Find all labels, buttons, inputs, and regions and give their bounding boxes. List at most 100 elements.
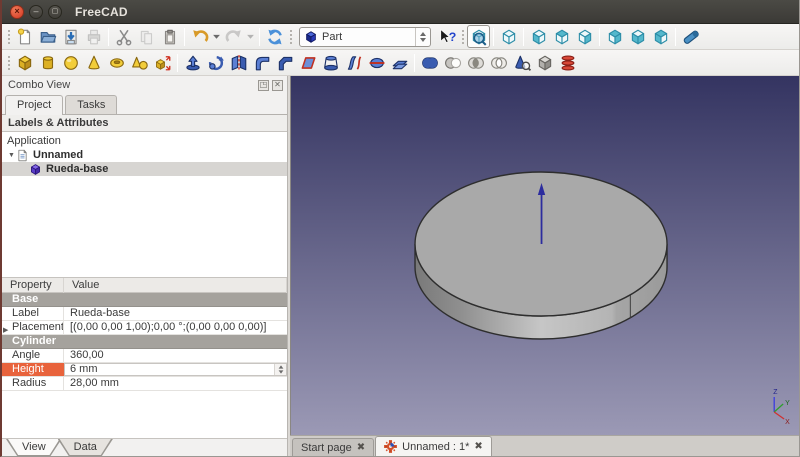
mirror-button[interactable] — [227, 51, 250, 74]
view-right-button[interactable] — [573, 25, 596, 48]
minimize-window-button[interactable]: – — [29, 5, 43, 19]
tree-item-document[interactable]: ▼ Unnamed — [2, 148, 287, 162]
measure-distance-button[interactable] — [679, 25, 702, 48]
print-button[interactable] — [82, 25, 105, 48]
section-icon — [368, 54, 386, 72]
expander-icon[interactable]: ▼ — [7, 152, 16, 159]
close-tab-icon[interactable]: ✖ — [474, 442, 482, 452]
undo-dropdown-button[interactable] — [211, 25, 222, 48]
model-cylinder[interactable] — [415, 172, 667, 339]
boolean-intersection-button[interactable] — [464, 51, 487, 74]
value-spinner[interactable] — [274, 363, 287, 376]
cut-button[interactable] — [112, 25, 135, 48]
redo-dropdown-button[interactable] — [245, 25, 256, 48]
defeaturing-button[interactable] — [533, 51, 556, 74]
view-bottom-button[interactable] — [626, 25, 649, 48]
property-row-angle[interactable]: Angle360,00 — [2, 349, 287, 363]
expander-icon[interactable]: ▶ — [3, 324, 8, 334]
toolbar-grip[interactable] — [6, 28, 11, 46]
thickness-button[interactable] — [388, 51, 411, 74]
revolve-button[interactable] — [204, 51, 227, 74]
check-geometry-button[interactable] — [510, 51, 533, 74]
property-value[interactable]: 360,00 — [64, 349, 287, 362]
boolean-xor-button[interactable] — [487, 51, 510, 74]
toolbar-grip[interactable] — [6, 54, 11, 72]
property-editor: Property Value BaseLabelRueda-base▶Place… — [2, 278, 287, 439]
save-button[interactable] — [59, 25, 82, 48]
copy-button[interactable] — [135, 25, 158, 48]
titlebar[interactable]: × – ▢ FreeCAD — [2, 0, 799, 24]
primitive-cone-button[interactable] — [82, 51, 105, 74]
toolbar-grip[interactable] — [288, 28, 293, 46]
whats-this-button[interactable]: ? — [435, 25, 458, 48]
property-group-base[interactable]: Base — [2, 293, 287, 307]
section-button[interactable] — [365, 51, 388, 74]
view-left-button[interactable] — [649, 25, 672, 48]
primitive-torus-button[interactable] — [105, 51, 128, 74]
property-value[interactable]: Rueda-base — [64, 307, 287, 320]
property-row-radius[interactable]: Radius28,00 mm — [2, 377, 287, 391]
combo-spinner[interactable] — [415, 28, 430, 46]
tree-item-application[interactable]: Application — [2, 134, 287, 148]
property-value[interactable]: [(0,00 0,00 1,00);0,00 °;(0,00 0,00 0,00… — [64, 321, 287, 334]
document-tabbar: Start page✖Unnamed : 1*✖ — [290, 435, 799, 457]
tab-project[interactable]: Project — [5, 95, 63, 115]
ruled-surface-button[interactable] — [296, 51, 319, 74]
view-front-button[interactable] — [527, 25, 550, 48]
tab-view[interactable]: View — [6, 439, 62, 456]
property-name: ▶Placement — [2, 321, 64, 334]
document-tab-unnamed-1[interactable]: Unnamed : 1*✖ — [375, 436, 492, 457]
refresh-button[interactable] — [263, 25, 286, 48]
boolean-cut-button[interactable] — [441, 51, 464, 74]
boolean-union-button[interactable] — [418, 51, 441, 74]
view-rear-button[interactable] — [603, 25, 626, 48]
view-top-button[interactable] — [550, 25, 573, 48]
tab-tasks[interactable]: Tasks — [65, 95, 117, 114]
tab-label: View — [6, 439, 62, 456]
extrude-button[interactable] — [181, 51, 204, 74]
workbench-selector[interactable]: Part — [299, 27, 431, 47]
primitive-sphere-button[interactable] — [59, 51, 82, 74]
close-panel-button[interactable]: ✕ — [272, 80, 283, 91]
primitive-box-button[interactable] — [13, 51, 36, 74]
cross-sections-button[interactable] — [556, 51, 579, 74]
chamfer-button[interactable] — [273, 51, 296, 74]
property-value[interactable]: 6 mm — [64, 363, 287, 376]
property-group-cylinder[interactable]: Cylinder — [2, 335, 287, 349]
paste-icon — [161, 28, 179, 46]
tab-data[interactable]: Data — [58, 439, 113, 456]
undo-icon — [191, 28, 209, 46]
toolbar-grip[interactable] — [460, 28, 465, 46]
property-row-height[interactable]: Height6 mm — [2, 363, 287, 377]
minimize-icon: – — [33, 7, 38, 16]
redo-button[interactable] — [222, 25, 245, 48]
shape-builder-button[interactable] — [151, 51, 174, 74]
undo-button[interactable] — [188, 25, 211, 48]
close-window-button[interactable]: × — [10, 5, 24, 19]
sweep-icon — [345, 54, 363, 72]
open-button[interactable] — [36, 25, 59, 48]
3d-viewport[interactable]: Z Y X — [290, 76, 799, 435]
new-file-button[interactable] — [13, 25, 36, 48]
sweep-button[interactable] — [342, 51, 365, 74]
fit-all-button[interactable] — [467, 25, 490, 48]
document-icon — [16, 149, 30, 162]
property-name: Angle — [2, 349, 64, 362]
loft-button[interactable] — [319, 51, 342, 74]
loft-icon — [322, 54, 340, 72]
create-primitives-button[interactable] — [128, 51, 151, 74]
primitive-cylinder-button[interactable] — [36, 51, 59, 74]
property-row-placement[interactable]: ▶Placement[(0,00 0,00 1,00);0,00 °;(0,00… — [2, 321, 287, 335]
paste-button[interactable] — [158, 25, 181, 48]
maximize-window-button[interactable]: ▢ — [48, 5, 62, 19]
close-tab-icon[interactable]: ✖ — [357, 443, 365, 453]
document-tab-start-page[interactable]: Start page✖ — [292, 438, 374, 457]
property-row-label[interactable]: LabelRueda-base — [2, 307, 287, 321]
property-value[interactable]: 28,00 mm — [64, 377, 287, 390]
float-panel-button[interactable]: ◳ — [258, 80, 269, 91]
cube-axo-icon — [500, 28, 518, 46]
tree-item-rueda-base[interactable]: Rueda-base — [2, 162, 287, 176]
3d-scene[interactable]: Z Y X — [291, 76, 799, 435]
view-axonometric-button[interactable] — [497, 25, 520, 48]
fillet-button[interactable] — [250, 51, 273, 74]
